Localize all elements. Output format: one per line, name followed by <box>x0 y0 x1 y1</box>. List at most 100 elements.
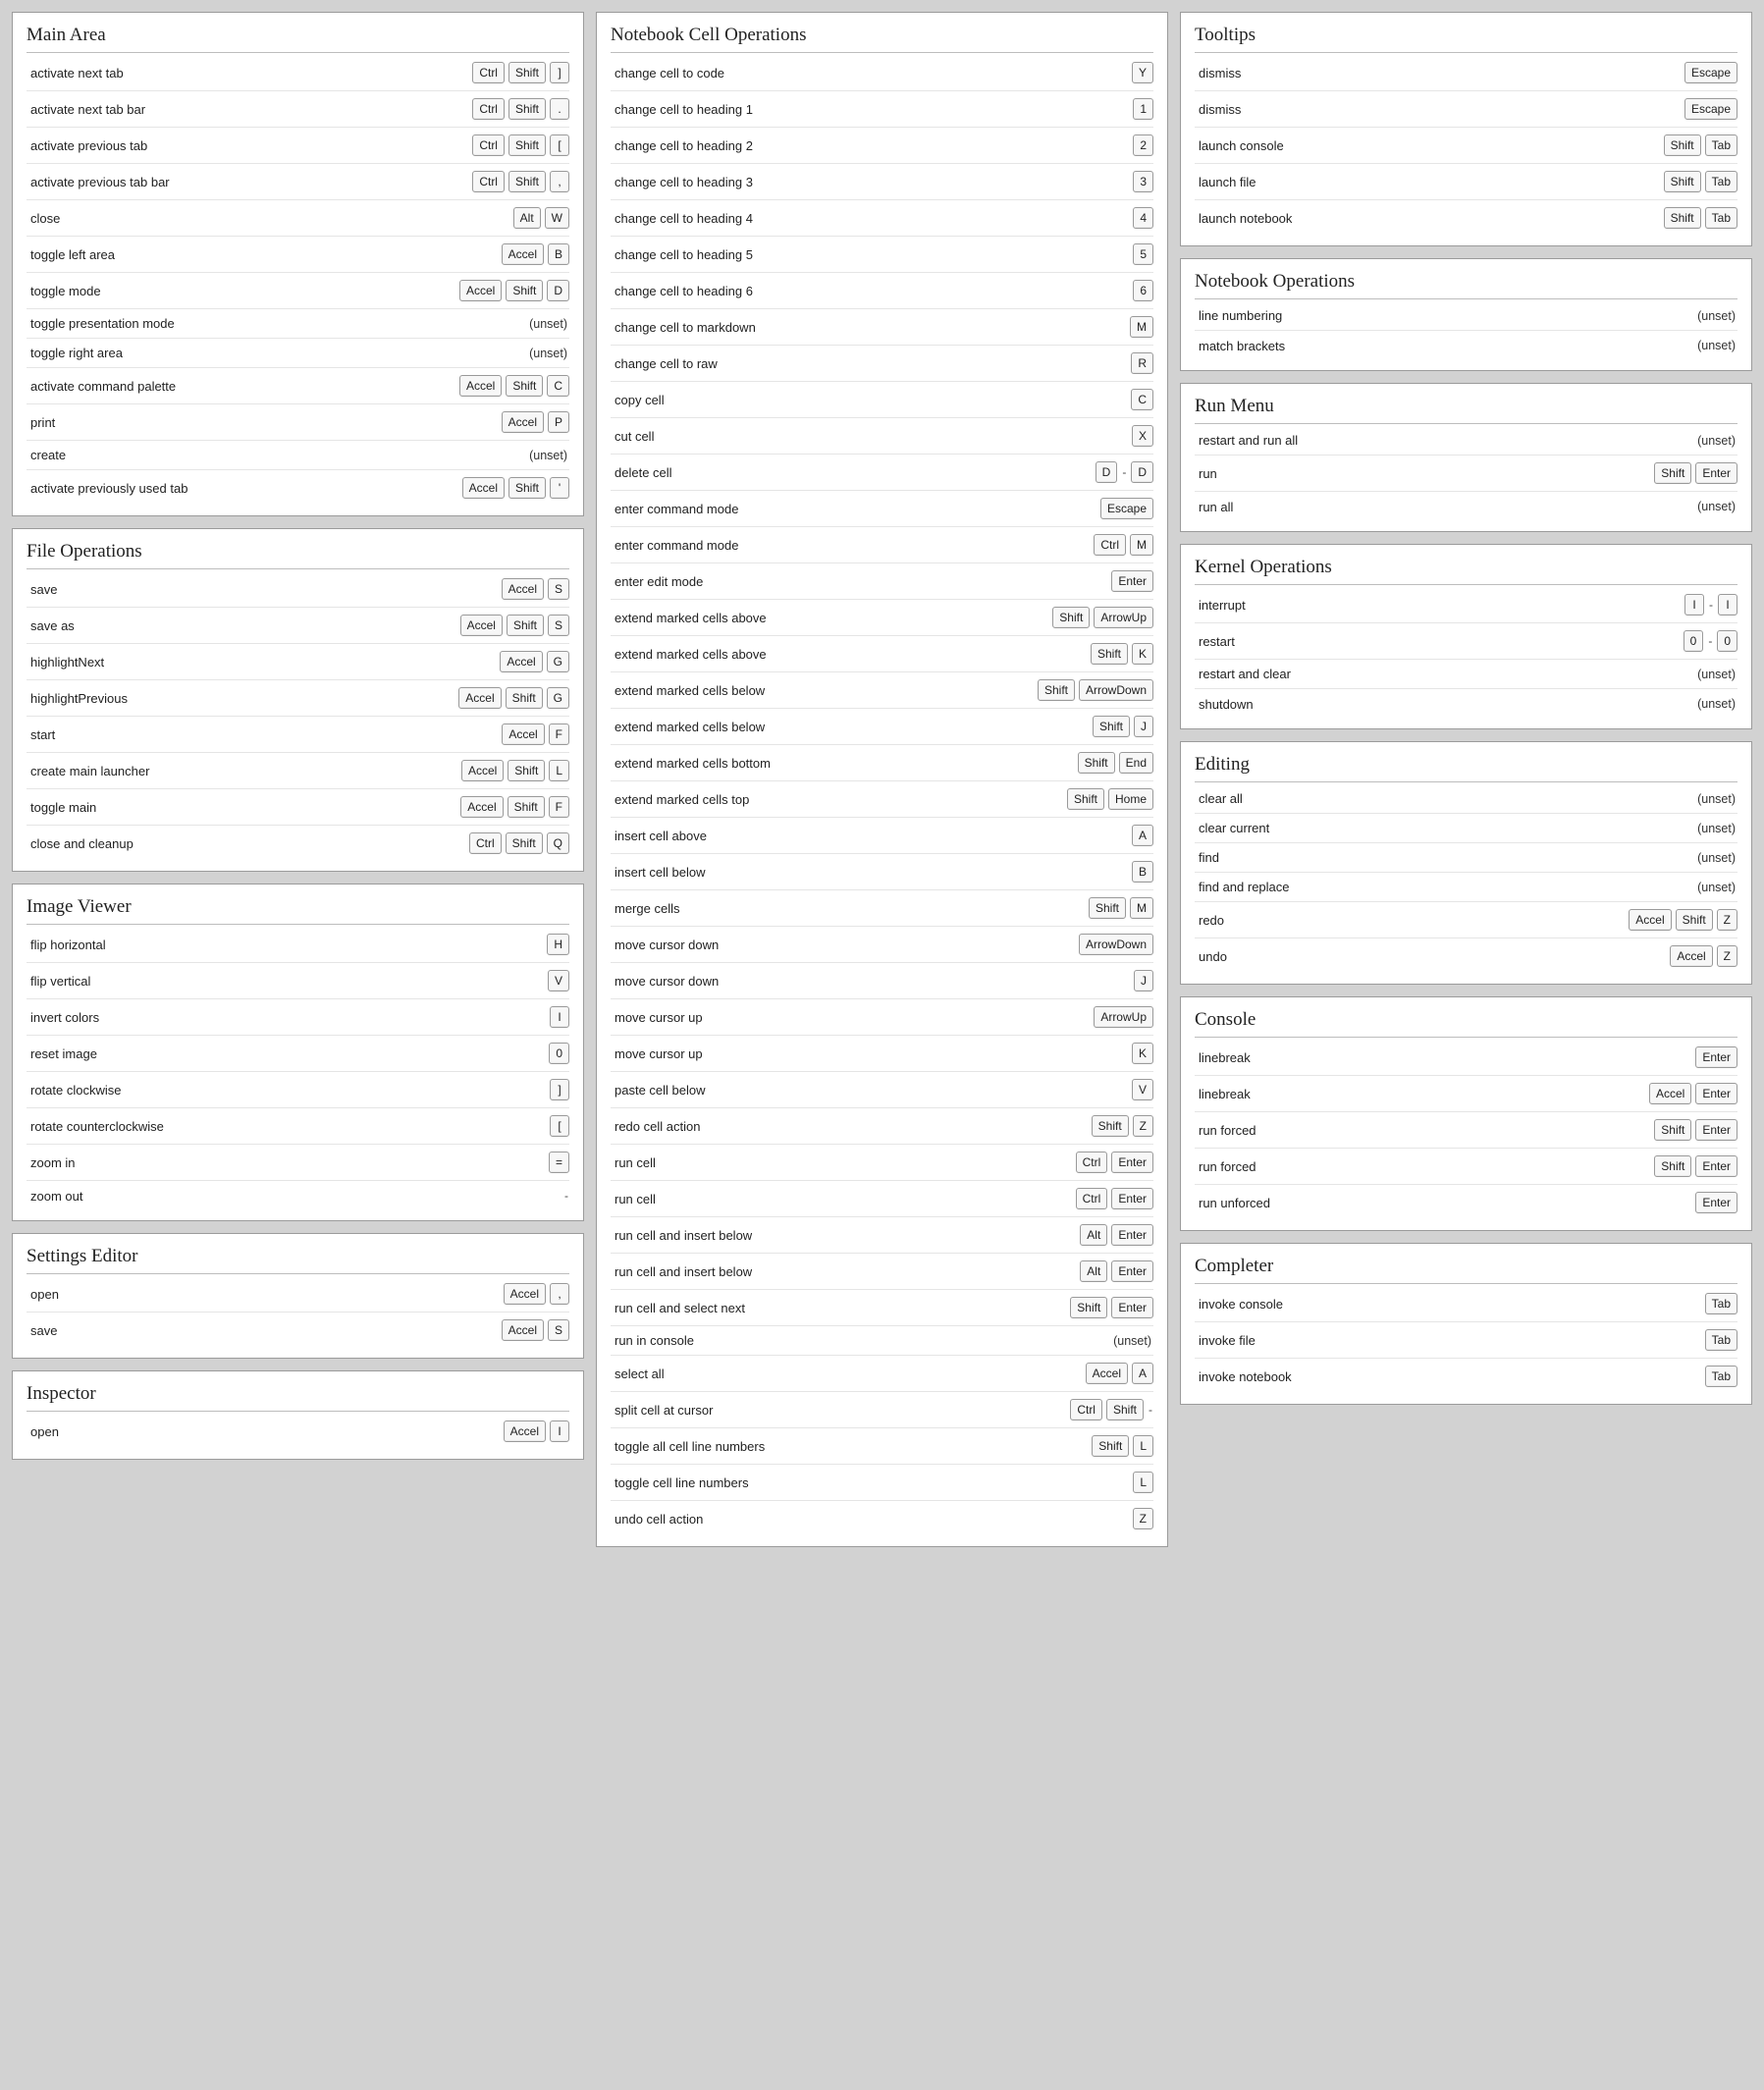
shortcut-row[interactable]: toggle left areaAccelB <box>27 237 569 273</box>
shortcut-row[interactable]: run cellCtrlEnter <box>611 1181 1153 1217</box>
shortcut-row[interactable]: toggle presentation mode(unset) <box>27 309 569 339</box>
shortcut-row[interactable]: enter command modeEscape <box>611 491 1153 527</box>
shortcut-row[interactable]: change cell to heading 22 <box>611 128 1153 164</box>
shortcut-row[interactable]: run forcedShiftEnter <box>1195 1112 1737 1149</box>
shortcut-row[interactable]: run cell and insert belowAltEnter <box>611 1217 1153 1254</box>
shortcut-row[interactable]: find and replace(unset) <box>1195 873 1737 902</box>
shortcut-row[interactable]: find(unset) <box>1195 843 1737 873</box>
shortcut-row[interactable]: change cell to codeY <box>611 55 1153 91</box>
shortcut-row[interactable]: saveAccelS <box>27 1313 569 1348</box>
shortcut-row[interactable]: change cell to rawR <box>611 346 1153 382</box>
shortcut-row[interactable]: toggle all cell line numbersShiftL <box>611 1428 1153 1465</box>
shortcut-row[interactable]: create main launcherAccelShiftL <box>27 753 569 789</box>
shortcut-row[interactable]: run cell and insert belowAltEnter <box>611 1254 1153 1290</box>
shortcut-row[interactable]: change cell to heading 44 <box>611 200 1153 237</box>
shortcut-row[interactable]: undo cell actionZ <box>611 1501 1153 1536</box>
shortcut-row[interactable]: invoke fileTab <box>1195 1322 1737 1359</box>
shortcut-row[interactable]: delete cellD-D <box>611 455 1153 491</box>
shortcut-row[interactable]: invoke consoleTab <box>1195 1286 1737 1322</box>
shortcut-row[interactable]: dismissEscape <box>1195 91 1737 128</box>
shortcut-row[interactable]: openAccel, <box>27 1276 569 1313</box>
shortcut-row[interactable]: launch fileShiftTab <box>1195 164 1737 200</box>
shortcut-row[interactable]: save asAccelShiftS <box>27 608 569 644</box>
shortcut-row[interactable]: run unforcedEnter <box>1195 1185 1737 1220</box>
shortcut-row[interactable]: activate next tabCtrlShift] <box>27 55 569 91</box>
shortcut-row[interactable]: shutdown(unset) <box>1195 689 1737 719</box>
shortcut-row[interactable]: undoAccelZ <box>1195 938 1737 974</box>
shortcut-row[interactable]: dismissEscape <box>1195 55 1737 91</box>
shortcut-row[interactable]: highlightPreviousAccelShiftG <box>27 680 569 717</box>
shortcut-row[interactable]: flip horizontalH <box>27 927 569 963</box>
shortcut-row[interactable]: merge cellsShiftM <box>611 890 1153 927</box>
shortcut-row[interactable]: change cell to heading 11 <box>611 91 1153 128</box>
shortcut-row[interactable]: invert colorsI <box>27 999 569 1036</box>
shortcut-row[interactable]: activate previous tab barCtrlShift, <box>27 164 569 200</box>
shortcut-row[interactable]: launch notebookShiftTab <box>1195 200 1737 236</box>
shortcut-row[interactable]: run cellCtrlEnter <box>611 1145 1153 1181</box>
shortcut-row[interactable]: activate command paletteAccelShiftC <box>27 368 569 404</box>
shortcut-row[interactable]: highlightNextAccelG <box>27 644 569 680</box>
shortcut-row[interactable]: extend marked cells aboveShiftArrowUp <box>611 600 1153 636</box>
shortcut-row[interactable]: move cursor upArrowUp <box>611 999 1153 1036</box>
shortcut-row[interactable]: launch consoleShiftTab <box>1195 128 1737 164</box>
shortcut-row[interactable]: insert cell belowB <box>611 854 1153 890</box>
shortcut-row[interactable]: extend marked cells topShiftHome <box>611 781 1153 818</box>
shortcut-row[interactable]: extend marked cells belowShiftArrowDown <box>611 672 1153 709</box>
shortcut-row[interactable]: activate previously used tabAccelShift' <box>27 470 569 506</box>
shortcut-row[interactable]: toggle mainAccelShiftF <box>27 789 569 826</box>
shortcut-row[interactable]: interruptI-I <box>1195 587 1737 623</box>
shortcut-row[interactable]: startAccelF <box>27 717 569 753</box>
shortcut-row[interactable]: flip verticalV <box>27 963 569 999</box>
shortcut-row[interactable]: rotate counterclockwise[ <box>27 1108 569 1145</box>
shortcut-row[interactable]: copy cellC <box>611 382 1153 418</box>
shortcut-row[interactable]: reset image0 <box>27 1036 569 1072</box>
shortcut-row[interactable]: run forcedShiftEnter <box>1195 1149 1737 1185</box>
shortcut-row[interactable]: redoAccelShiftZ <box>1195 902 1737 938</box>
shortcut-row[interactable]: run cell and select nextShiftEnter <box>611 1290 1153 1326</box>
shortcut-row[interactable]: printAccelP <box>27 404 569 441</box>
shortcut-row[interactable]: change cell to heading 66 <box>611 273 1153 309</box>
shortcut-row[interactable]: activate next tab barCtrlShift. <box>27 91 569 128</box>
shortcut-row[interactable]: runShiftEnter <box>1195 456 1737 492</box>
shortcut-row[interactable]: extend marked cells aboveShiftK <box>611 636 1153 672</box>
shortcut-row[interactable]: toggle cell line numbersL <box>611 1465 1153 1501</box>
shortcut-row[interactable]: enter command modeCtrlM <box>611 527 1153 563</box>
shortcut-row[interactable]: toggle right area(unset) <box>27 339 569 368</box>
shortcut-row[interactable]: clear all(unset) <box>1195 784 1737 814</box>
shortcut-row[interactable]: move cursor downJ <box>611 963 1153 999</box>
shortcut-row[interactable]: insert cell aboveA <box>611 818 1153 854</box>
shortcut-row[interactable]: enter edit modeEnter <box>611 563 1153 600</box>
shortcut-row[interactable]: clear current(unset) <box>1195 814 1737 843</box>
shortcut-row[interactable]: line numbering(unset) <box>1195 301 1737 331</box>
shortcut-row[interactable]: move cursor upK <box>611 1036 1153 1072</box>
shortcut-row[interactable]: invoke notebookTab <box>1195 1359 1737 1394</box>
shortcut-row[interactable]: match brackets(unset) <box>1195 331 1737 360</box>
shortcut-row[interactable]: select allAccelA <box>611 1356 1153 1392</box>
shortcut-row[interactable]: linebreakAccelEnter <box>1195 1076 1737 1112</box>
shortcut-row[interactable]: linebreakEnter <box>1195 1040 1737 1076</box>
shortcut-row[interactable]: redo cell actionShiftZ <box>611 1108 1153 1145</box>
shortcut-row[interactable]: run all(unset) <box>1195 492 1737 521</box>
shortcut-row[interactable]: closeAltW <box>27 200 569 237</box>
shortcut-row[interactable]: zoom out- <box>27 1181 569 1210</box>
shortcut-row[interactable]: cut cellX <box>611 418 1153 455</box>
shortcut-row[interactable]: restart and run all(unset) <box>1195 426 1737 456</box>
shortcut-row[interactable]: extend marked cells belowShiftJ <box>611 709 1153 745</box>
shortcut-row[interactable]: change cell to markdownM <box>611 309 1153 346</box>
shortcut-row[interactable]: saveAccelS <box>27 571 569 608</box>
shortcut-row[interactable]: change cell to heading 33 <box>611 164 1153 200</box>
shortcut-row[interactable]: openAccelI <box>27 1414 569 1449</box>
shortcut-row[interactable]: restart and clear(unset) <box>1195 660 1737 689</box>
shortcut-row[interactable]: rotate clockwise] <box>27 1072 569 1108</box>
shortcut-row[interactable]: change cell to heading 55 <box>611 237 1153 273</box>
shortcut-row[interactable]: restart0-0 <box>1195 623 1737 660</box>
shortcut-row[interactable]: activate previous tabCtrlShift[ <box>27 128 569 164</box>
shortcut-row[interactable]: toggle modeAccelShiftD <box>27 273 569 309</box>
shortcut-row[interactable]: extend marked cells bottomShiftEnd <box>611 745 1153 781</box>
shortcut-row[interactable]: zoom in= <box>27 1145 569 1181</box>
shortcut-row[interactable]: run in console(unset) <box>611 1326 1153 1356</box>
shortcut-row[interactable]: paste cell belowV <box>611 1072 1153 1108</box>
shortcut-row[interactable]: create(unset) <box>27 441 569 470</box>
shortcut-row[interactable]: split cell at cursorCtrlShift- <box>611 1392 1153 1428</box>
shortcut-row[interactable]: close and cleanupCtrlShiftQ <box>27 826 569 861</box>
